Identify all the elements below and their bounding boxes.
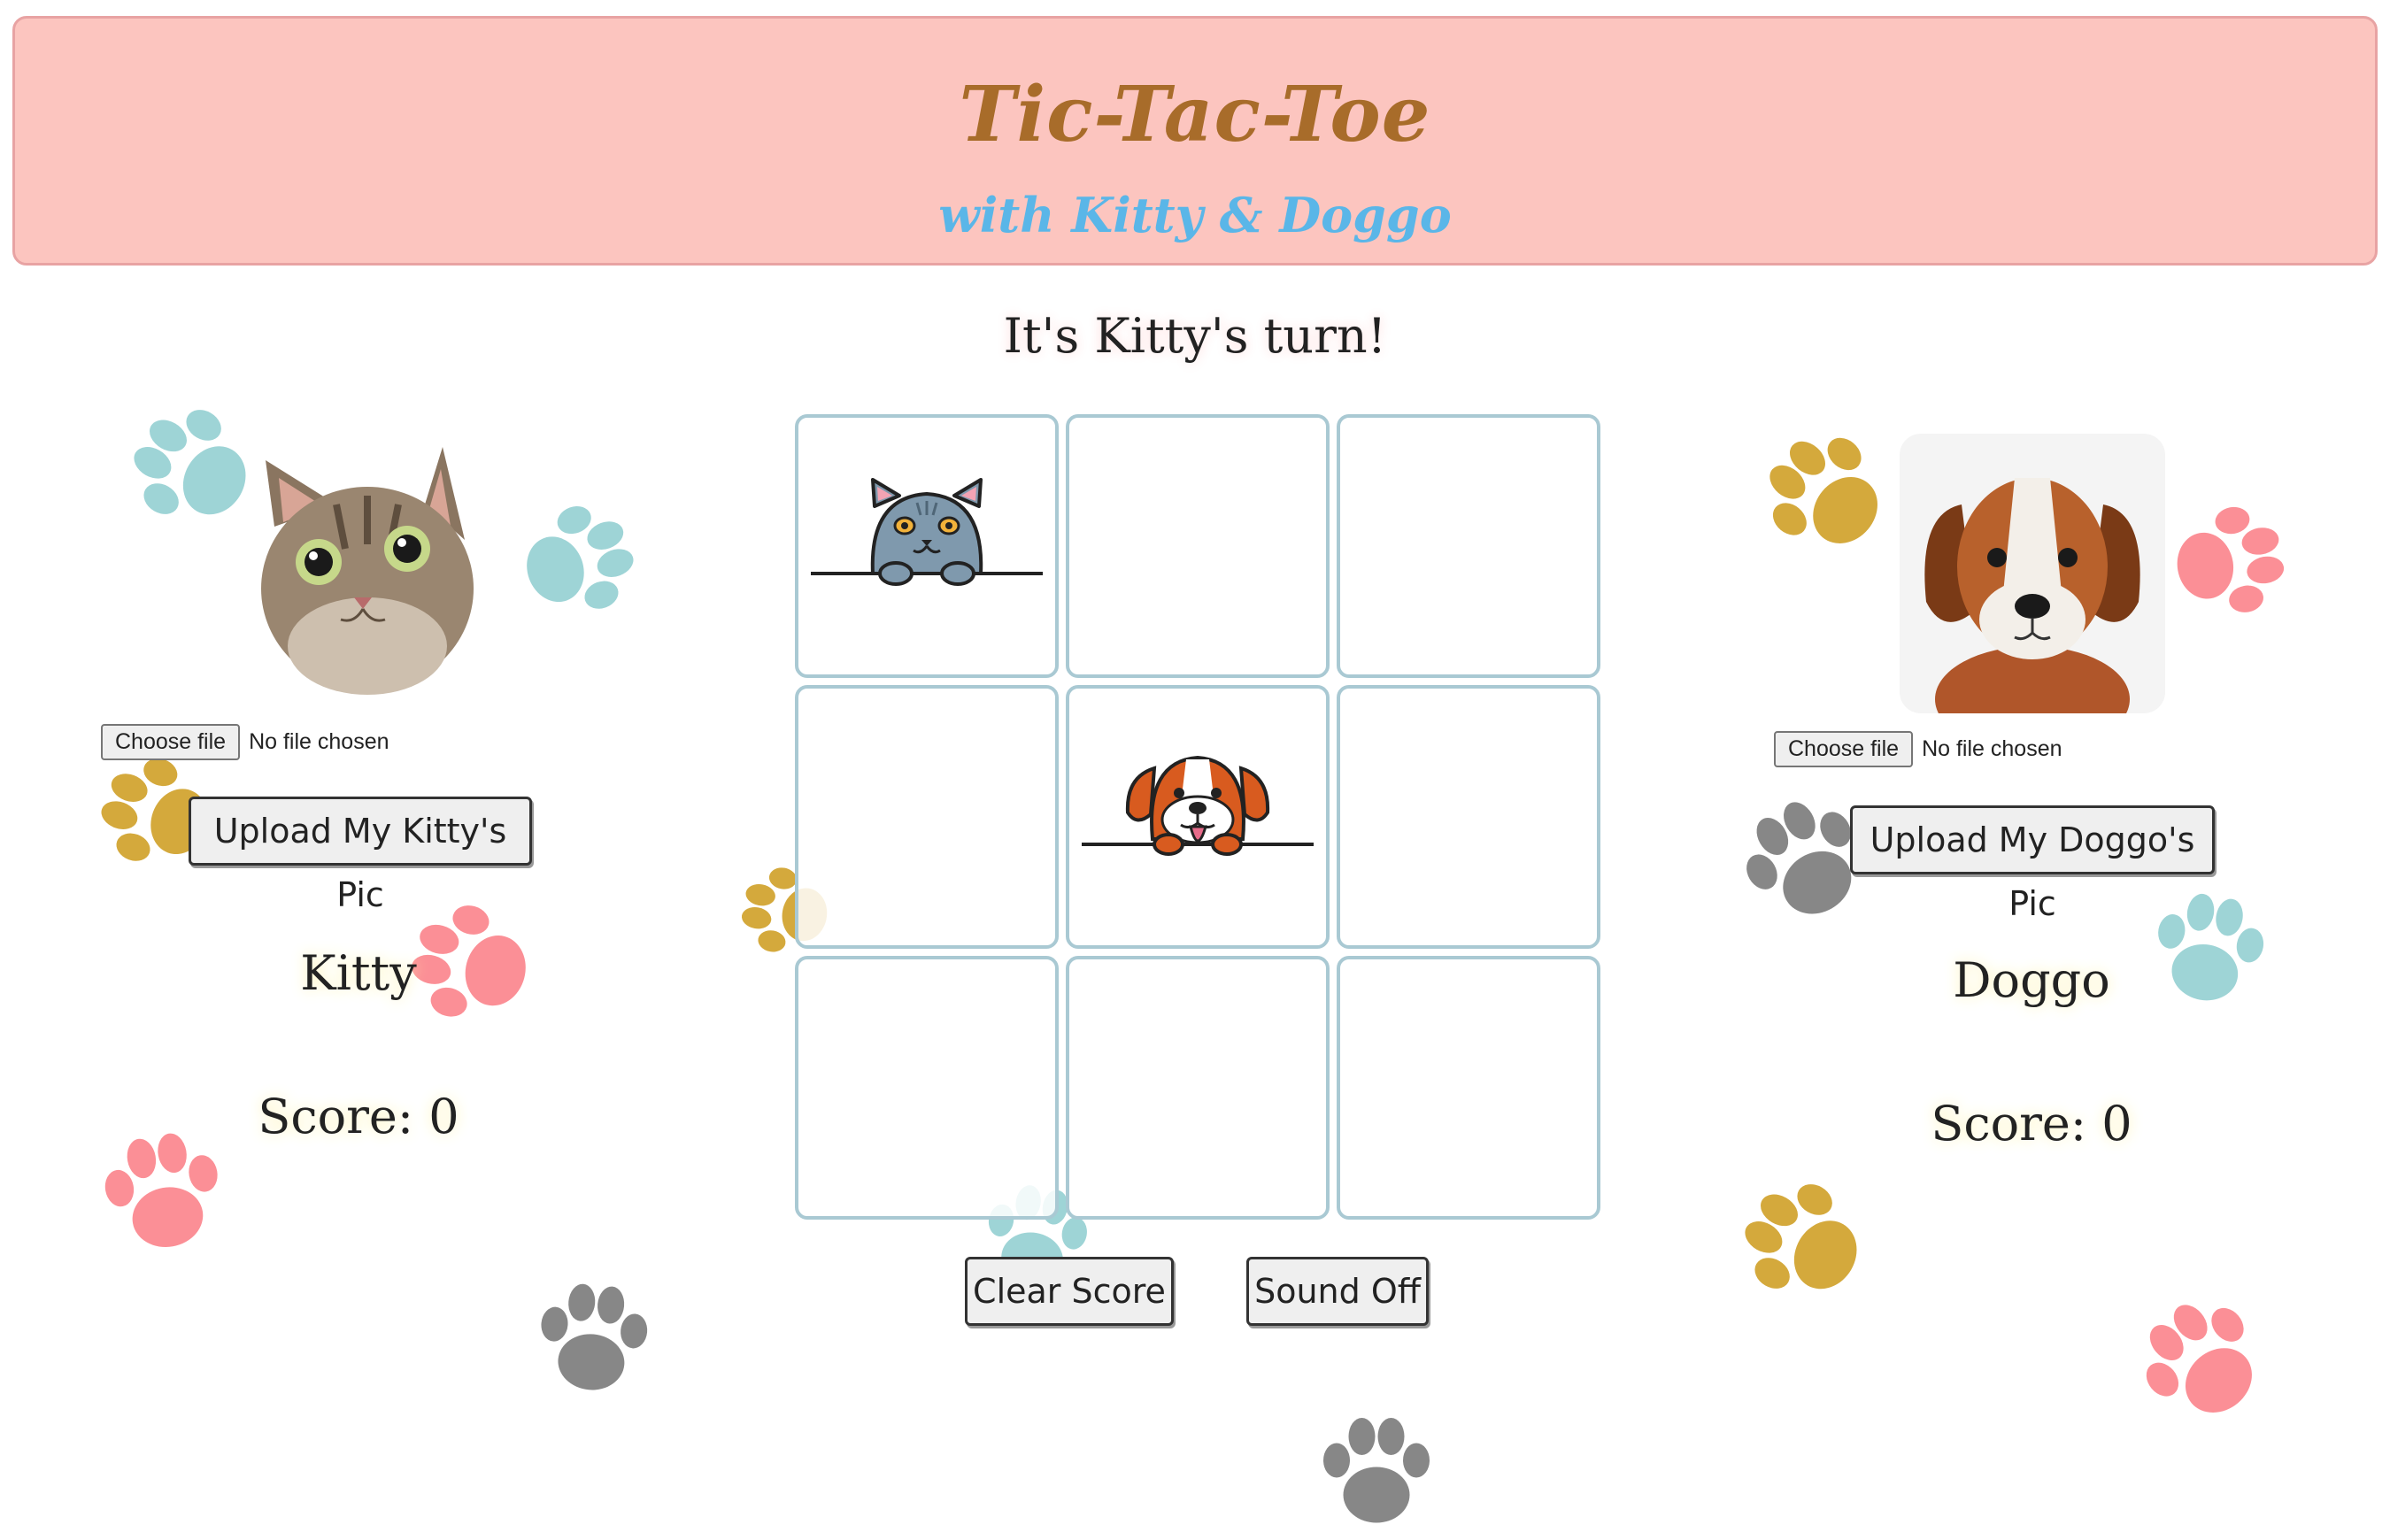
doggo-score: Score: 0 [1931,1096,2132,1151]
board-cell-9[interactable] [1337,956,1600,1220]
upload-doggo-pic-button[interactable]: Upload My Doggo's Pic [1850,805,2215,923]
board-cell-1[interactable] [795,414,1059,678]
paw-print-icon [490,477,660,647]
kitty-choose-file-button[interactable]: Choose file [101,724,241,760]
game-title: Tic-Tac-Toe [959,70,1431,159]
turn-status: It's Kitty's turn! [1003,308,1387,364]
doggo-file-status: No file chosen [1922,736,2062,761]
board-cell-2[interactable] [1066,414,1330,678]
kitty-avatar [261,447,474,695]
game-subtitle: with Kitty & Doggo [938,187,1452,243]
clear-score-button[interactable]: Clear Score [965,1257,1174,1326]
paw-print-icon [1728,396,1927,595]
paw-print-icon [2149,485,2303,639]
board-cell-5[interactable] [1066,685,1330,949]
doggo-name-label: Doggo [1953,952,2110,1008]
board-cell-7[interactable] [795,956,1059,1220]
doggo-piece-icon [1082,755,1314,856]
doggo-file-picker: Choose file No file chosen [1774,731,2062,767]
kitty-file-status: No file chosen [249,729,389,754]
sound-toggle-button[interactable]: Sound Off [1246,1257,1429,1326]
kitty-file-picker: Choose file No file chosen [101,724,389,760]
header-banner: Tic-Tac-Toe with Kitty & Doggo [12,16,2378,266]
board-cell-4[interactable] [795,685,1059,949]
kitty-piece-icon [811,478,1043,586]
paw-print-icon [2104,1263,2303,1462]
game-board [795,414,1600,1220]
paw-print-icon [1709,1147,1903,1341]
board-cell-8[interactable] [1066,956,1330,1220]
doggo-avatar [1900,434,2165,713]
doggo-choose-file-button[interactable]: Choose file [1774,731,1914,767]
upload-kitty-pic-button[interactable]: Upload My Kitty's Pic [189,797,532,914]
board-cell-6[interactable] [1337,685,1600,949]
kitty-name-label: Kitty [300,945,417,1001]
kitty-score: Score: 0 [258,1089,459,1144]
paw-print-icon [521,1269,666,1413]
paw-print-icon [1310,1407,1443,1540]
board-cell-3[interactable] [1337,414,1600,678]
